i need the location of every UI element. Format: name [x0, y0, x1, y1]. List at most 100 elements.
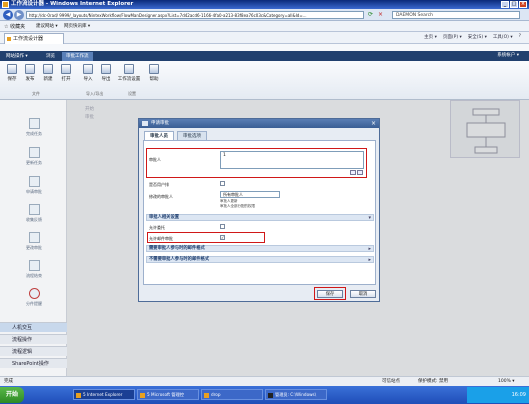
- search-input[interactable]: DAEMON Search: [392, 11, 520, 19]
- group-file: 文件: [32, 91, 40, 96]
- back-icon[interactable]: ◀: [3, 10, 13, 20]
- folder-icon: [204, 393, 209, 398]
- action-reminder[interactable]: 分件提醒: [14, 288, 54, 307]
- page-menu[interactable]: 页面(P) ▾: [443, 34, 462, 40]
- status-bar: 完成 可信站点 保护模式: 禁用 100% ▾: [0, 376, 529, 386]
- task-icon: [28, 118, 40, 129]
- group-settings: 设置: [128, 91, 136, 96]
- safety-menu[interactable]: 安全(S) ▾: [468, 34, 487, 40]
- help-icon[interactable]: ?: [519, 34, 521, 40]
- collapse-icon[interactable]: ▾: [368, 215, 371, 221]
- save-ribbon-button[interactable]: 保存: [3, 64, 21, 82]
- minimize-button[interactable]: _: [501, 1, 509, 8]
- dialog-title: 申请审批: [151, 121, 169, 126]
- new-icon: [43, 64, 53, 74]
- open-button[interactable]: 打开: [57, 64, 75, 82]
- import-button[interactable]: 导入: [79, 64, 97, 82]
- action-label: 分件提醒: [26, 301, 42, 306]
- spacer-band: [0, 44, 529, 51]
- action-label: 更改审批: [26, 245, 42, 250]
- action-change-approval[interactable]: 更改审批: [14, 232, 54, 251]
- taskbar-drop[interactable]: drop: [201, 389, 263, 400]
- open-icon: [61, 64, 71, 74]
- expand-icon[interactable]: ▸: [368, 257, 371, 263]
- allow-delegate-checkbox[interactable]: [220, 224, 225, 229]
- action-label: 流程结束: [26, 273, 42, 278]
- action-update-task[interactable]: 更新任务: [14, 147, 54, 166]
- section-approver-settings[interactable]: 审批人相关设置 ▾: [146, 214, 374, 221]
- allow-user-checkbox[interactable]: [220, 181, 225, 186]
- forward-icon[interactable]: ▶: [14, 10, 24, 20]
- open-label: 打开: [61, 77, 71, 82]
- category-flow-operations[interactable]: 流程操作: [0, 334, 67, 344]
- workflow-settings-label: 工作流设置: [117, 77, 141, 82]
- browser-tab-bar: 工作流设计器 主页 ▾ 页面(P) ▾ 安全(S) ▾ 工具(O) ▾ ?: [0, 32, 529, 44]
- favorites-bar: ☆ 收藏夹 建议网站 ▾ 网页快讯库 ▾: [0, 21, 529, 32]
- dialog-close-icon[interactable]: ×: [371, 119, 376, 128]
- protected-mode: 保护模式: 禁用: [418, 379, 448, 384]
- import-label: 导入: [83, 77, 93, 82]
- fav-item-webslice[interactable]: 网页快讯库 ▾: [64, 23, 90, 29]
- end-icon: [28, 260, 40, 271]
- action-collect-feedback[interactable]: 收集反馈: [14, 204, 54, 223]
- start-button[interactable]: 开始: [0, 387, 24, 403]
- address-row: ◀ ▶ http://dc-0rad/ 9999/_layouts/Nintex…: [0, 9, 529, 21]
- tools-menu[interactable]: 工具(O) ▾: [493, 34, 513, 40]
- new-button[interactable]: 新建: [39, 64, 57, 82]
- approver-highlight: [146, 148, 367, 178]
- action-complete-task[interactable]: 完成任务: [14, 118, 54, 137]
- dialog-icon: [142, 121, 148, 126]
- help-button[interactable]: 帮助: [145, 64, 163, 82]
- stop-icon[interactable]: ×: [378, 11, 383, 18]
- save-icon: [7, 64, 17, 74]
- zoom-level[interactable]: 100% ▾: [498, 377, 515, 386]
- refresh-icon[interactable]: ⟳: [368, 11, 373, 18]
- taskbar-label: 5 Internet Explorer: [83, 392, 123, 397]
- settings-icon: [124, 64, 134, 74]
- taskbar: 开始 5 Internet Explorer 5 Microsoft 管理控 d…: [0, 386, 529, 404]
- maximize-button[interactable]: □: [510, 1, 518, 8]
- action-request-approval[interactable]: 申请审批: [14, 176, 54, 195]
- section-email-required[interactable]: 需要审批人参与时的邮件格式 ▸: [146, 245, 374, 252]
- section-email-not-required[interactable]: 不需要审批人参与时的邮件格式 ▸: [146, 256, 374, 263]
- action-label: 申请审批: [26, 189, 42, 194]
- dialog-body: 审批人 1 是否用户排 修改的审批人 所有审批人 审批人更新 审批人全部分配的权…: [143, 140, 376, 285]
- tab-approval-workflow[interactable]: 审批工作流: [62, 52, 93, 61]
- tab-browse[interactable]: 浏览: [42, 52, 59, 61]
- category-sharepoint-actions[interactable]: SharePoint操作: [0, 358, 67, 368]
- help-ribbon-icon: [149, 64, 159, 74]
- category-flow-logic[interactable]: 流程逻辑: [0, 346, 67, 356]
- new-label: 新建: [43, 77, 53, 82]
- close-button[interactable]: ×: [519, 1, 527, 8]
- window-title: 工作流设计器 - Windows Internet Explorer: [11, 1, 134, 7]
- publish-button[interactable]: 发布: [21, 64, 39, 82]
- trusted-zone[interactable]: 可信站点: [382, 377, 400, 386]
- allow-delegate-label: 允许委托: [149, 225, 165, 230]
- modify-approver-select[interactable]: 所有审批人: [220, 191, 280, 198]
- cmd-icon: [268, 393, 273, 398]
- address-bar[interactable]: http://dc-0rad/ 9999/_layouts/NintexWork…: [26, 11, 364, 19]
- browser-tab[interactable]: 工作流设计器: [4, 33, 64, 44]
- action-end-flow[interactable]: 流程结束: [14, 260, 54, 279]
- taskbar-ie[interactable]: 5 Internet Explorer: [73, 389, 135, 400]
- home-button[interactable]: 主页 ▾: [424, 34, 437, 40]
- expand-icon[interactable]: ▸: [368, 246, 371, 252]
- site-actions-menu[interactable]: 网站操作 ▾: [2, 52, 32, 61]
- export-button[interactable]: 导出: [97, 64, 115, 82]
- tab-approvers[interactable]: 审批人员: [144, 131, 174, 140]
- account-menu[interactable]: 系统帐户 ▾: [497, 51, 519, 61]
- save-button[interactable]: 保存: [317, 290, 343, 298]
- save-ribbon-label: 保存: [7, 77, 17, 82]
- fav-item-suggested[interactable]: 建议网站 ▾: [36, 23, 58, 29]
- taskbar-cmd[interactable]: 管理员: C:\Windows\: [265, 389, 327, 400]
- favorites-button[interactable]: ☆ 收藏夹: [4, 23, 25, 30]
- clock[interactable]: 16:09: [512, 392, 526, 398]
- tab-approval-options[interactable]: 审批选项: [177, 131, 207, 140]
- ie-icon: [76, 393, 81, 398]
- cancel-button[interactable]: 取消: [350, 290, 376, 298]
- publish-label: 发布: [25, 77, 35, 82]
- taskbar-mmc[interactable]: 5 Microsoft 管理控: [137, 389, 199, 400]
- workflow-settings-button[interactable]: 工作流设置: [116, 64, 142, 82]
- action-label: 收集反馈: [26, 217, 42, 222]
- category-human-interaction[interactable]: 人机交互: [0, 322, 67, 332]
